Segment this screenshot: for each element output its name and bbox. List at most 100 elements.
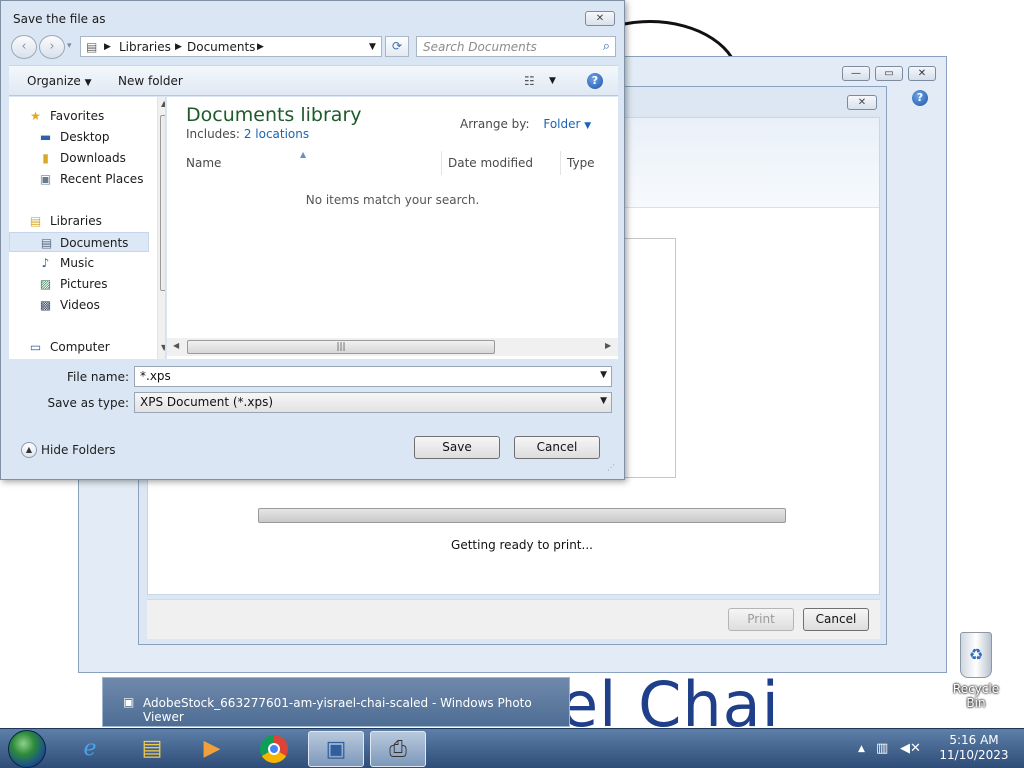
command-bar: Organize ▼ New folder ☷ ▼ ? (9, 65, 618, 96)
printer-icon[interactable]: ⎙ (370, 731, 426, 767)
refresh-button[interactable]: ⟳ (385, 36, 409, 57)
print-cancel-button[interactable]: Cancel (803, 608, 869, 631)
print-button[interactable]: Print (728, 608, 794, 631)
save-as-type-select[interactable]: XPS Document (*.xps) ▼ (134, 392, 612, 413)
breadcrumb-documents[interactable]: Documents (187, 40, 255, 54)
nav-documents[interactable]: ▤ Documents (9, 232, 149, 252)
file-name-label: File name: (67, 370, 129, 384)
help-icon[interactable]: ? (912, 90, 928, 106)
taskbar-preview-tooltip[interactable]: ▣ AdobeStock_663277601-am-yisrael-chai-s… (102, 677, 570, 727)
videos-icon: ▩ (39, 298, 52, 312)
back-button[interactable]: ‹ (11, 35, 37, 59)
libraries-icon: ▤ (29, 214, 42, 228)
navigation-pane: ★ Favorites ▬ Desktop ▮ Downloads ▣ Rece… (9, 97, 166, 359)
save-as-dialog: Save the file as ✕ ‹ › ▾ ▤ ▶ Libraries ▶… (0, 0, 625, 480)
search-input[interactable]: Search Documents ⌕ (416, 36, 616, 57)
arrange-by-dropdown[interactable]: Folder ▼ (543, 117, 591, 131)
breadcrumb-chevron-icon[interactable]: ▶ (175, 42, 182, 52)
organize-button[interactable]: Organize ▼ (27, 74, 92, 88)
scrollbar-thumb[interactable]: ||| (187, 340, 495, 354)
scroll-down-icon[interactable]: ▼ (161, 343, 165, 352)
help-icon[interactable]: ? (587, 73, 603, 89)
computer-icon: ▭ (29, 340, 42, 354)
scroll-up-icon[interactable]: ▲ (161, 99, 165, 108)
show-hidden-icons-chevron[interactable]: ▲ (858, 744, 865, 754)
scrollbar-thumb[interactable] (160, 115, 165, 291)
nav-pictures[interactable]: ▨ Pictures (9, 274, 149, 294)
minimize-button[interactable]: — (842, 66, 870, 81)
scroll-right-icon[interactable]: ▶ (605, 341, 611, 350)
file-explorer-icon[interactable]: ▤ (124, 731, 180, 767)
cancel-button[interactable]: Cancel (514, 436, 600, 459)
preview-title: AdobeStock_663277601-am-yisrael-chai-sca… (143, 696, 532, 724)
locations-link[interactable]: 2 locations (244, 127, 309, 141)
nav-pane-scrollbar[interactable]: ▲ ▼ (157, 97, 165, 359)
breadcrumb-libraries[interactable]: Libraries (119, 40, 171, 54)
dialog-title: Save the file as (13, 12, 106, 26)
column-header-type[interactable]: Type (561, 151, 618, 175)
photo-viewer-small-icon: ▣ (123, 695, 135, 709)
folder-icon: ▤ (86, 40, 98, 54)
chevron-down-icon: ▼ (584, 121, 592, 131)
empty-message: No items match your search. (305, 193, 480, 207)
save-as-type-label: Save as type: (47, 396, 129, 410)
breadcrumb-chevron-icon[interactable]: ▶ (104, 42, 111, 52)
maximize-button[interactable]: ▭ (875, 66, 903, 81)
nav-music[interactable]: ♪ Music (9, 253, 149, 273)
nav-videos[interactable]: ▩ Videos (9, 295, 149, 315)
nav-libraries[interactable]: ▤ Libraries (9, 211, 149, 231)
sort-ascending-icon: ▲ (300, 150, 307, 159)
column-header-name[interactable]: Name ▲ (180, 150, 442, 175)
print-progress-bar (258, 508, 786, 523)
save-button[interactable]: Save (414, 436, 500, 459)
search-icon[interactable]: ⌕ (603, 39, 610, 54)
nav-downloads[interactable]: ▮ Downloads (9, 148, 149, 168)
breadcrumb-chevron-icon[interactable]: ▶ (257, 42, 264, 52)
view-dropdown-icon[interactable]: ▼ (549, 76, 556, 86)
view-options-icon[interactable]: ☷ (524, 74, 535, 88)
close-button[interactable]: ✕ (908, 66, 936, 81)
search-placeholder: Search Documents (423, 40, 537, 54)
address-bar[interactable]: ▤ ▶ Libraries ▶ Documents ▶ ▼ (80, 36, 382, 57)
clock[interactable]: 5:16 AM 11/10/2023 (934, 733, 1014, 763)
new-folder-button[interactable]: New folder (118, 74, 183, 88)
save-close-button[interactable]: ✕ (585, 11, 615, 26)
internet-explorer-icon[interactable]: ℯ (62, 731, 118, 767)
hide-folders-icon[interactable]: ▲ (21, 442, 37, 458)
recent-pages-chevron-icon[interactable]: ▾ (67, 41, 72, 51)
downloads-folder-icon: ▮ (42, 151, 49, 165)
taskbar: ℯ ▤ ▶ ▣ ⎙ ▲ ▥ ◀✕ 5:16 AM 11/10/2023 (0, 728, 1024, 768)
library-title: Documents library (186, 104, 362, 126)
chrome-icon[interactable] (246, 731, 302, 767)
photo-viewer-icon[interactable]: ▣ (308, 731, 364, 767)
start-button[interactable] (8, 730, 46, 768)
hide-folders-button[interactable]: Hide Folders (41, 443, 116, 457)
recycle-bin-shortcut[interactable]: ♻ Recycle Bin (944, 632, 1008, 710)
file-list-horizontal-scrollbar[interactable]: ◀ ||| ▶ (167, 338, 618, 356)
pictures-icon: ▨ (39, 277, 52, 291)
column-header-date-modified[interactable]: Date modified (442, 151, 561, 175)
forward-button[interactable]: › (39, 35, 65, 59)
print-close-button[interactable]: ✕ (847, 95, 877, 110)
file-list-pane: Documents library Includes: 2 locations … (167, 97, 618, 359)
resize-grip-icon[interactable]: ⋰ (607, 463, 615, 472)
recent-places-icon: ▣ (39, 172, 52, 186)
address-dropdown-icon[interactable]: ▼ (369, 42, 376, 52)
file-name-field[interactable]: *.xps ▼ (134, 366, 612, 387)
scroll-left-icon[interactable]: ◀ (173, 341, 179, 350)
clock-date: 11/10/2023 (939, 748, 1009, 762)
library-includes: Includes: 2 locations (186, 127, 310, 141)
network-icon[interactable]: ▥ (876, 741, 888, 756)
nav-recent-places[interactable]: ▣ Recent Places (9, 169, 149, 189)
nav-computer[interactable]: ▭ Computer (9, 337, 149, 357)
star-icon: ★ (30, 109, 41, 123)
media-player-icon[interactable]: ▶ (184, 731, 240, 767)
system-tray: ▲ ▥ ◀✕ 5:16 AM 11/10/2023 (854, 729, 1024, 768)
recycle-bin-icon: ♻ (960, 632, 992, 678)
file-name-dropdown-icon[interactable]: ▼ (600, 370, 607, 380)
volume-muted-icon[interactable]: ◀✕ (900, 741, 921, 756)
nav-favorites[interactable]: ★ Favorites (9, 106, 149, 126)
nav-desktop[interactable]: ▬ Desktop (9, 127, 149, 147)
recycle-bin-label: Recycle Bin (952, 682, 1000, 710)
documents-icon: ▤ (40, 236, 53, 250)
